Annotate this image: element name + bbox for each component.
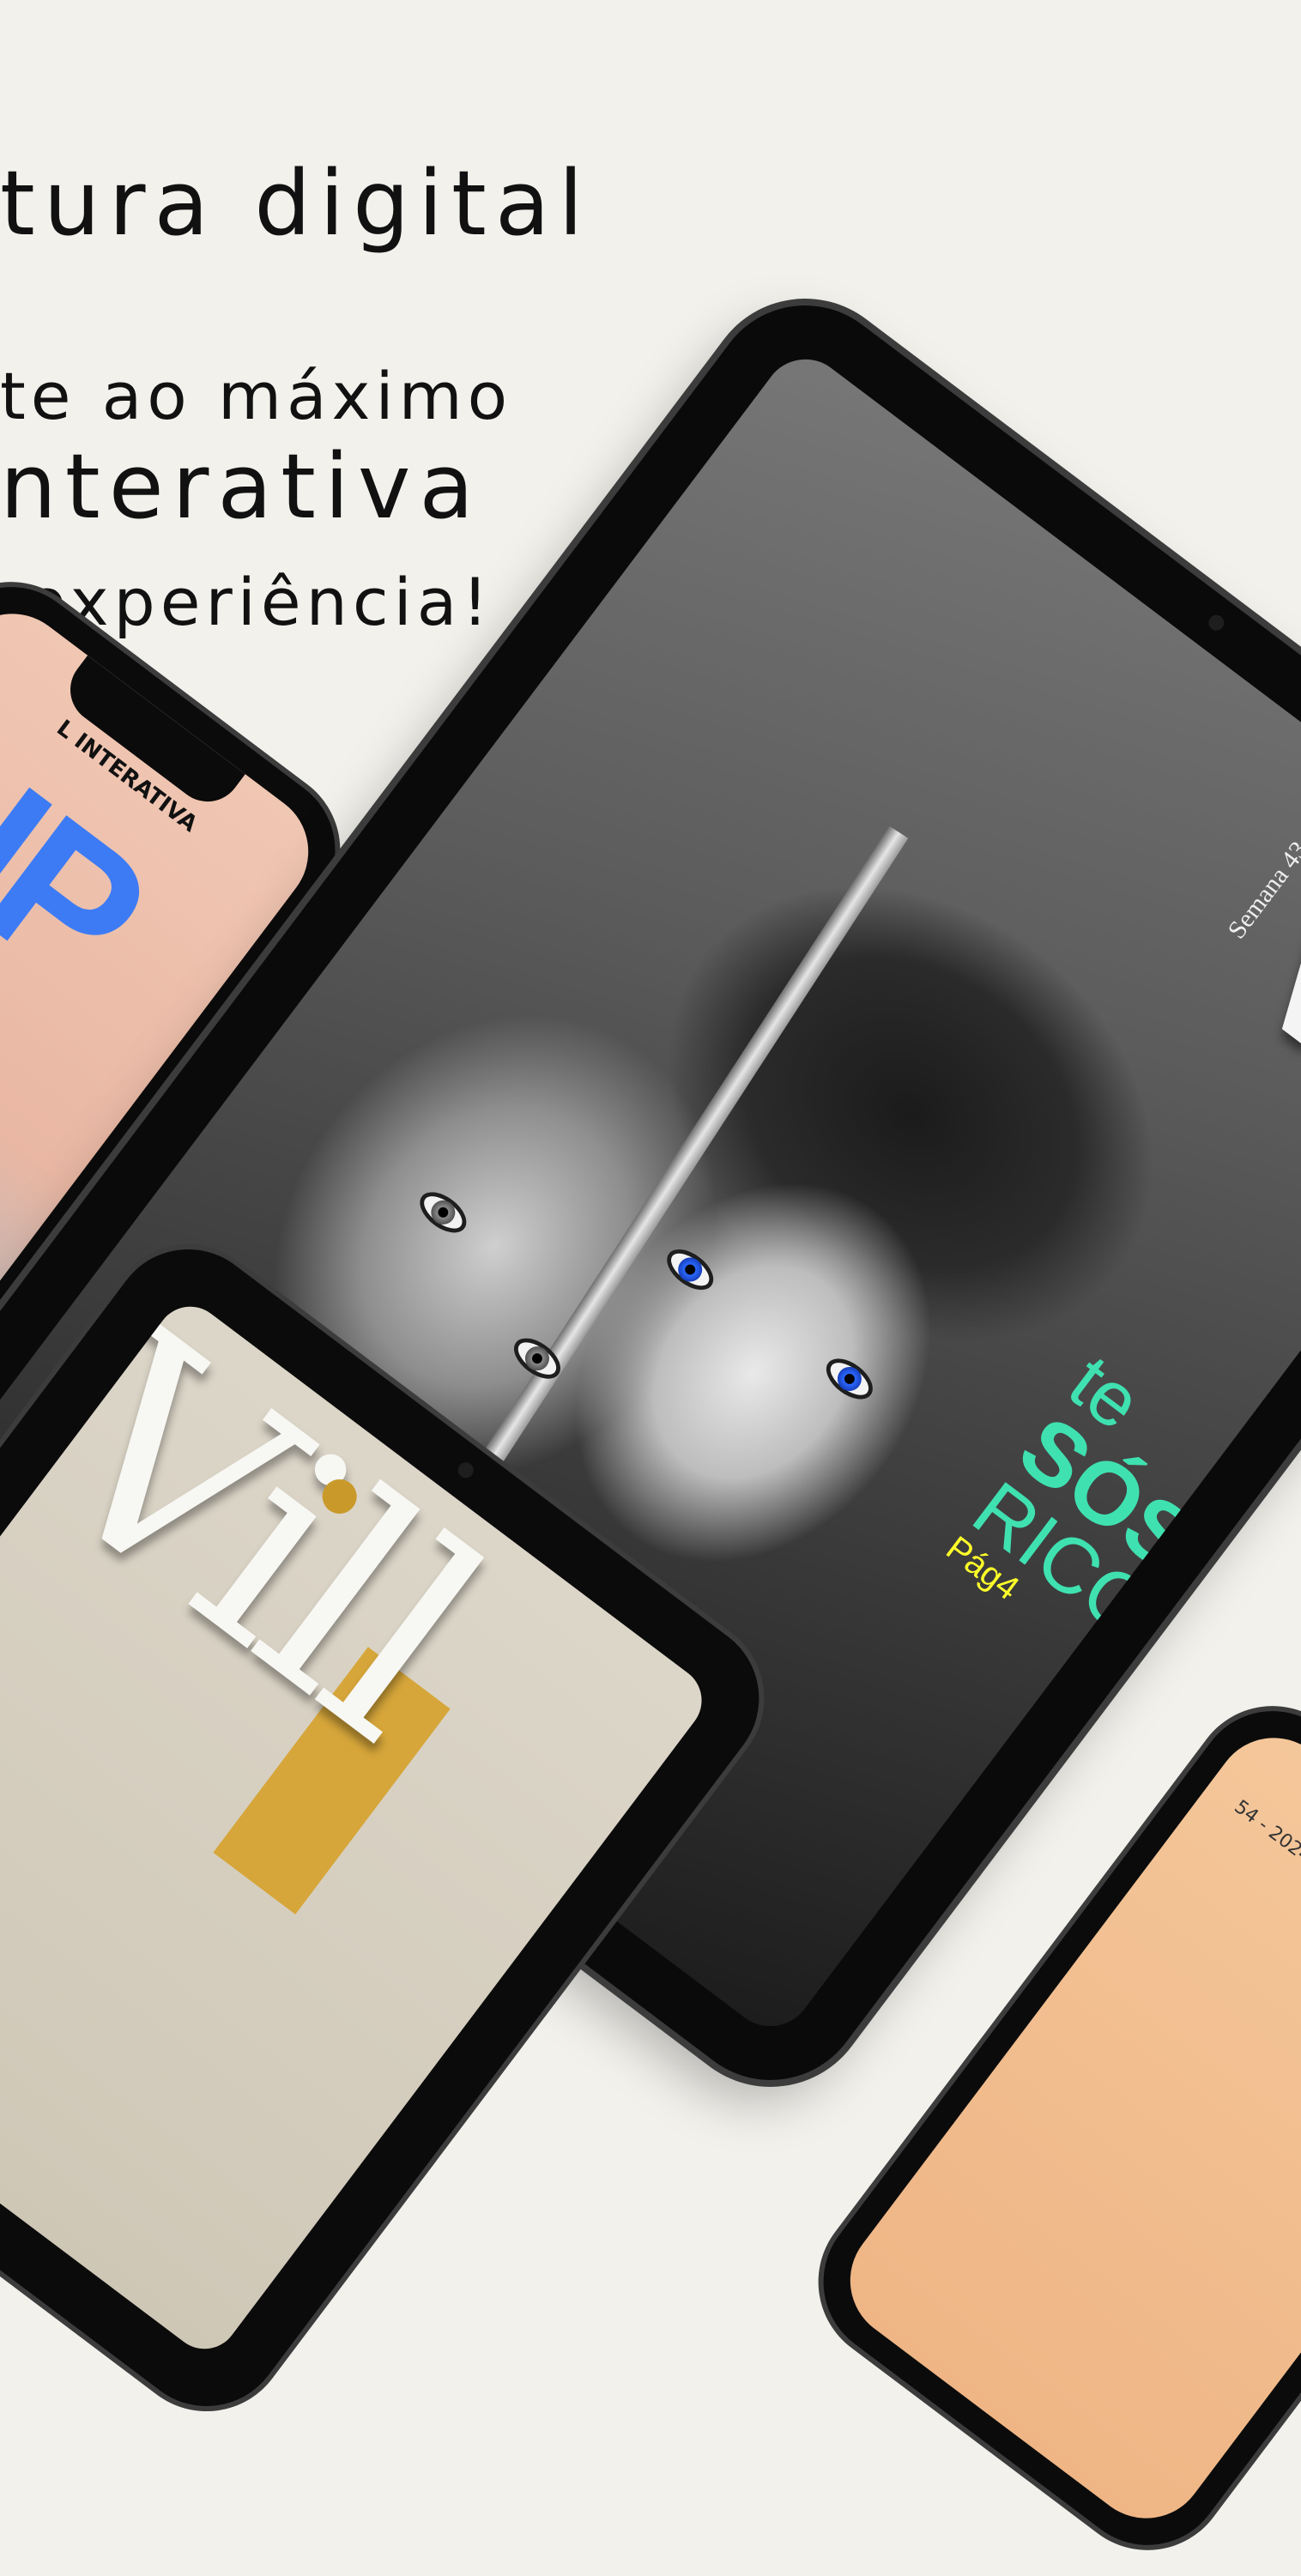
hero-subline-line-1: te ao máximo (0, 358, 513, 434)
cover-story-block: te SÓS RICO Pág4 (940, 1339, 1258, 1676)
tablet-camera-icon (1205, 612, 1227, 634)
tablet-camera-icon (455, 1459, 477, 1481)
phone-week-label: 54 - 2024 (1230, 1796, 1301, 1868)
cover-photo-eye-reflection (412, 1183, 474, 1241)
cover-photo-eye-blue (819, 1350, 880, 1407)
cover-photo-eye-blue (659, 1241, 721, 1298)
